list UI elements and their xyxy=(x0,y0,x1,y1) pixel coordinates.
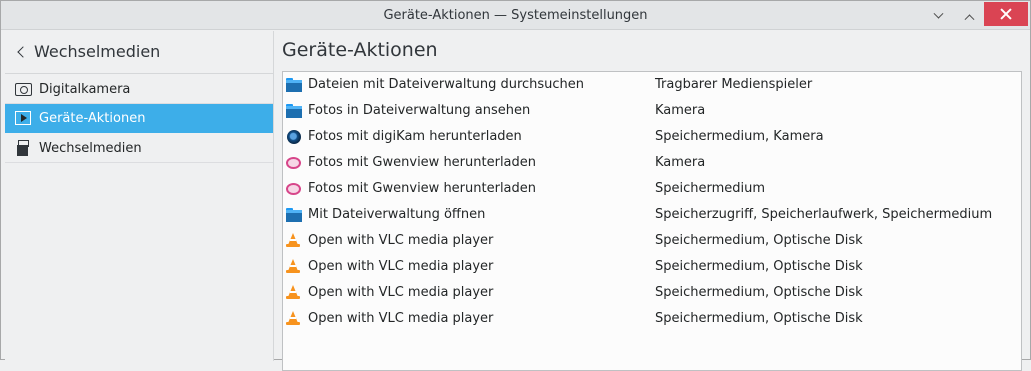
folder-icon xyxy=(286,208,302,222)
action-device-types: Speichermedium, Optische Disk xyxy=(655,259,863,274)
sidebar-item-label: Geräte-Aktionen xyxy=(39,111,146,126)
vlc-icon xyxy=(286,311,300,326)
action-device-types: Speichermedium xyxy=(655,181,766,196)
folder-icon xyxy=(286,78,302,92)
list-item[interactable]: Open with VLC media player Speichermediu… xyxy=(283,254,1021,280)
minimize-button[interactable] xyxy=(927,5,949,27)
list-item[interactable]: Fotos mit Gwenview herunterladen Kamera xyxy=(283,150,1021,176)
sidebar-item-digitalkamera[interactable]: Digitalkamera xyxy=(5,75,273,104)
sidebar-item-label: Digitalkamera xyxy=(39,82,131,97)
action-device-types: Speichermedium, Kamera xyxy=(655,129,824,144)
list-item[interactable]: Dateien mit Dateiverwaltung durchsuchen … xyxy=(283,72,1021,98)
action-name: Fotos mit Gwenview herunterladen xyxy=(308,155,537,170)
title-bar[interactable]: Geräte-Aktionen — Systemeinstellungen xyxy=(1,1,1030,30)
action-device-types: Speichermedium, Optische Disk xyxy=(655,311,863,326)
action-name: Open with VLC media player xyxy=(308,311,494,326)
action-name: Dateien mit Dateiverwaltung durchsuchen xyxy=(308,77,585,92)
digikam-icon xyxy=(287,130,301,144)
actions-list[interactable]: Dateien mit Dateiverwaltung durchsuchen … xyxy=(282,71,1022,371)
window-title: Geräte-Aktionen — Systemeinstellungen xyxy=(383,8,648,23)
action-name: Mit Dateiverwaltung öffnen xyxy=(308,207,486,222)
list-item[interactable]: Open with VLC media player Speichermediu… xyxy=(283,228,1021,254)
chevron-left-icon xyxy=(17,46,29,58)
chevron-down-icon xyxy=(933,8,943,19)
chevron-up-icon xyxy=(964,13,974,24)
main-panel: Geräte-Aktionen Dateien mit Dateiverwalt… xyxy=(275,31,1030,371)
action-device-types: Kamera xyxy=(655,155,706,170)
action-name: Open with VLC media player xyxy=(308,285,494,300)
action-device-types: Kamera xyxy=(655,103,706,118)
maximize-button[interactable] xyxy=(958,5,980,27)
sidebar-item-wechselmedien[interactable]: Wechselmedien xyxy=(5,134,273,163)
usb-icon xyxy=(17,140,29,157)
folder-icon xyxy=(286,104,302,118)
page-title: Geräte-Aktionen xyxy=(282,39,438,61)
sidebar-item-label: Wechselmedien xyxy=(39,141,142,156)
gwenview-icon xyxy=(286,183,301,195)
action-name: Fotos in Dateiverwaltung ansehen xyxy=(308,103,531,118)
settings-window: Geräte-Aktionen — Systemeinstellungen We… xyxy=(0,0,1031,371)
play-icon xyxy=(15,111,31,125)
sidebar: Wechselmedien Digitalkamera Geräte-Aktio… xyxy=(5,31,274,361)
close-icon xyxy=(1000,8,1012,20)
action-device-types: Speichermedium, Optische Disk xyxy=(655,285,863,300)
list-item[interactable]: Fotos in Dateiverwaltung ansehen Kamera xyxy=(283,98,1021,124)
vlc-icon xyxy=(286,285,300,300)
gwenview-icon xyxy=(286,157,301,169)
back-button[interactable] xyxy=(15,45,29,59)
action-device-types: Speicherzugriff, Speicherlaufwerk, Speic… xyxy=(655,207,993,222)
sidebar-header: Wechselmedien xyxy=(5,31,273,74)
sidebar-title: Wechselmedien xyxy=(34,42,161,61)
list-item[interactable]: Fotos mit digiKam herunterladen Speicher… xyxy=(283,124,1021,150)
close-button[interactable] xyxy=(984,2,1028,26)
list-item[interactable]: Mit Dateiverwaltung öffnen Speicherzugri… xyxy=(283,202,1021,228)
action-name: Fotos mit digiKam herunterladen xyxy=(308,129,522,144)
action-name: Open with VLC media player xyxy=(308,259,494,274)
action-device-types: Speichermedium, Optische Disk xyxy=(655,233,863,248)
action-device-types: Tragbarer Medienspieler xyxy=(655,77,813,92)
list-item[interactable]: Open with VLC media player Speichermediu… xyxy=(283,280,1021,306)
camera-icon xyxy=(15,83,32,96)
list-item[interactable]: Open with VLC media player Speichermediu… xyxy=(283,306,1021,332)
vlc-icon xyxy=(286,259,300,274)
action-name: Fotos mit Gwenview herunterladen xyxy=(308,181,537,196)
action-name: Open with VLC media player xyxy=(308,233,494,248)
sidebar-item-geraete-aktionen[interactable]: Geräte-Aktionen xyxy=(5,104,273,133)
vlc-icon xyxy=(286,233,300,248)
list-item[interactable]: Fotos mit Gwenview herunterladen Speiche… xyxy=(283,176,1021,202)
